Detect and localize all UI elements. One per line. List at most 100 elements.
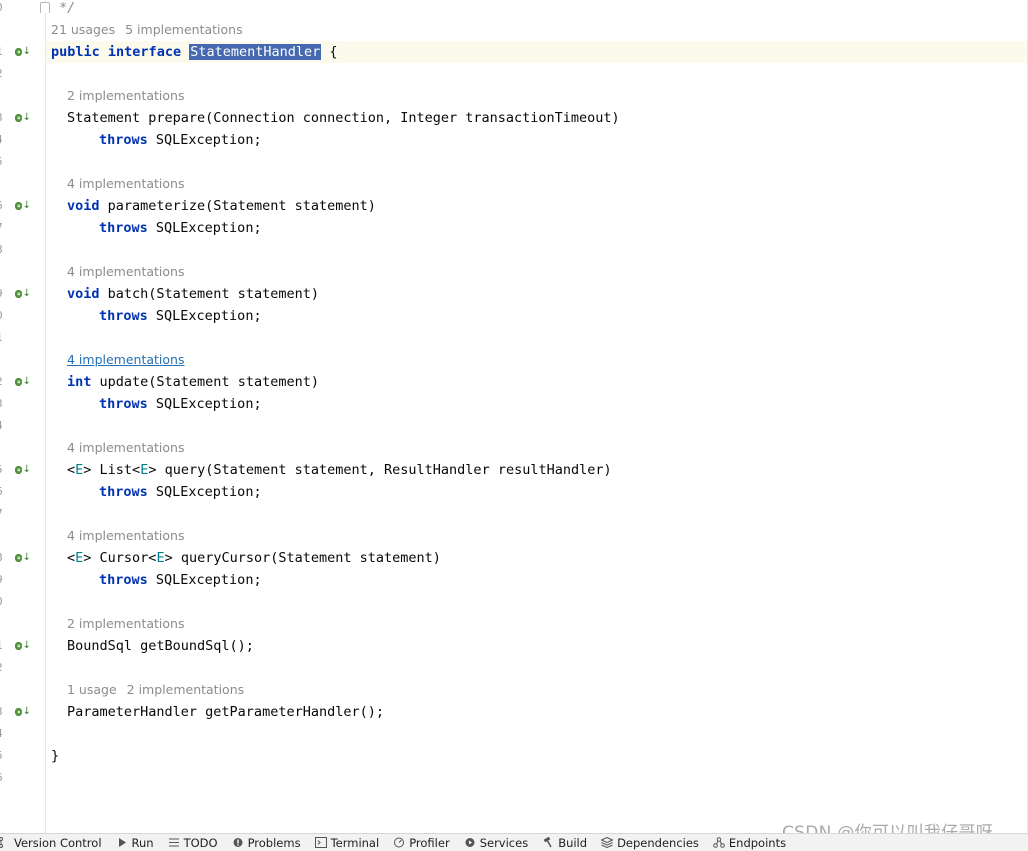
comment-end: */ <box>59 0 76 16</box>
implemented-method-icon[interactable]: ↓ <box>15 46 31 58</box>
exception-type: SQLException; <box>147 308 262 324</box>
tool-build[interactable]: Build <box>542 836 587 850</box>
line-number: 0 <box>0 305 16 327</box>
tool-window-bar: Version Control Run TODO Problems Termin… <box>0 833 1028 851</box>
interface-declaration: public interface StatementHandler { <box>51 41 338 63</box>
exception-type: SQLException; <box>147 220 262 236</box>
tool-label: Terminal <box>330 835 380 850</box>
implemented-method-icon[interactable]: ↓ <box>15 288 31 300</box>
tool-terminal[interactable]: Terminal <box>314 835 380 850</box>
tool-endpoints[interactable]: Endpoints <box>713 836 786 850</box>
code-editor[interactable]: */ 21 usages 5 implementations public int… <box>40 0 1028 833</box>
line-number: 1 <box>0 41 16 63</box>
tool-todo[interactable]: TODO <box>168 836 218 850</box>
tool-profiler[interactable]: Profiler <box>393 836 450 850</box>
method-rest: > queryCursor(Statement statement) <box>164 550 441 566</box>
run-icon <box>116 837 128 848</box>
line-number: 5 <box>0 459 16 481</box>
tool-dependencies[interactable]: Dependencies <box>600 835 699 850</box>
tool-services[interactable]: Services <box>464 836 528 850</box>
build-hammer-icon <box>542 836 554 848</box>
implemented-method-icon[interactable]: ↓ <box>15 640 31 652</box>
tool-label: Problems <box>247 835 301 850</box>
method-rest: > query(Statement statement, ResultHandl… <box>148 462 612 478</box>
keyword: int <box>67 374 92 390</box>
line-number: 4 <box>0 723 16 745</box>
implementations-count[interactable]: 2 implementations <box>127 682 244 697</box>
exception-type: SQLException; <box>147 572 262 588</box>
implemented-method-icon[interactable]: ↓ <box>15 706 31 718</box>
usages-count[interactable]: 21 usages <box>51 22 115 37</box>
keyword: void <box>67 198 100 214</box>
keyword: throws <box>99 308 148 324</box>
fold-icon[interactable] <box>40 2 50 13</box>
line-number: 0 <box>0 0 16 19</box>
usages-hint[interactable]: 1 usage 2 implementations <box>67 679 244 701</box>
throws-clause: throws SQLException; <box>99 129 262 151</box>
problems-icon <box>232 837 244 848</box>
implementations-hint[interactable]: 4 implementations <box>67 525 184 547</box>
generic-open: < <box>67 462 76 478</box>
method-signature: <E> List<E> query(Statement statement, R… <box>67 459 612 481</box>
editor-gutter: 0 1 2 3 4 5 6 7 8 9 0 1 2 3 4 5 6 7 8 9 … <box>0 0 46 833</box>
services-icon <box>464 837 476 848</box>
keyword: throws <box>99 220 148 236</box>
exception-type: SQLException; <box>147 396 262 412</box>
interface-name-selected[interactable]: StatementHandler <box>189 44 322 60</box>
line-number: 9 <box>0 283 16 305</box>
implemented-method-icon[interactable]: ↓ <box>15 376 31 388</box>
keyword: throws <box>99 572 148 588</box>
throws-clause: throws SQLException; <box>99 569 262 591</box>
line-number: 8 <box>0 547 16 569</box>
keyword: public <box>51 44 100 60</box>
method-signature: Statement prepare(Connection connection,… <box>67 110 620 126</box>
method-signature: <E> Cursor<E> queryCursor(Statement stat… <box>67 547 441 569</box>
type-parameter: E <box>156 550 165 566</box>
line-number: 3 <box>0 701 16 723</box>
line-number: 8 <box>0 239 16 261</box>
tool-run[interactable]: Run <box>116 836 154 850</box>
line-number: 5 <box>0 151 16 173</box>
implementations-hint[interactable]: 4 implementations <box>67 261 184 283</box>
implementations-count[interactable]: 5 implementations <box>125 22 242 37</box>
todo-icon <box>168 837 180 848</box>
usages-count[interactable]: 1 usage <box>67 682 117 697</box>
throws-clause: throws SQLException; <box>99 481 262 503</box>
line-number: 0 <box>0 591 16 613</box>
terminal-icon <box>314 837 327 848</box>
implementations-hint-link[interactable]: 4 implementations <box>67 349 184 371</box>
tool-label: Profiler <box>409 835 450 850</box>
line-number: 3 <box>0 107 16 129</box>
tool-label: TODO <box>183 835 218 850</box>
keyword: void <box>67 286 100 302</box>
implemented-method-icon[interactable]: ↓ <box>15 200 31 212</box>
profiler-icon <box>393 837 405 848</box>
implementations-hint[interactable]: 4 implementations <box>67 173 184 195</box>
tool-version-control[interactable]: Version Control <box>0 836 102 850</box>
keyword: throws <box>99 484 148 500</box>
method-rest: parameterize(Statement statement) <box>99 198 376 214</box>
implementations-hint[interactable]: 2 implementations <box>67 613 184 635</box>
implemented-method-icon[interactable]: ↓ <box>15 464 31 476</box>
line-number: 5 <box>0 745 16 767</box>
tool-problems[interactable]: Problems <box>232 836 301 850</box>
line-number: 4 <box>0 415 16 437</box>
line-number: 4 <box>0 129 16 151</box>
implemented-method-icon[interactable]: ↓ <box>15 552 31 564</box>
tool-label: Dependencies <box>617 835 699 850</box>
implemented-method-icon[interactable]: ↓ <box>15 112 31 124</box>
method-rest: batch(Statement statement) <box>99 286 319 302</box>
implementations-hint[interactable]: 2 implementations <box>67 85 184 107</box>
method-rest: update(Statement statement) <box>91 374 319 390</box>
line-number: 2 <box>0 371 16 393</box>
closing-brace: } <box>51 748 60 764</box>
generic-open: < <box>67 550 76 566</box>
tool-label: Endpoints <box>728 835 787 850</box>
throws-clause: throws SQLException; <box>99 305 262 327</box>
method-signature: void parameterize(Statement statement) <box>67 195 376 217</box>
implementations-hint[interactable]: 4 implementations <box>67 437 184 459</box>
usages-hint[interactable]: 21 usages 5 implementations <box>51 19 243 41</box>
exception-type: SQLException; <box>147 132 262 148</box>
line-number: 1 <box>0 635 16 657</box>
line-number: 1 <box>0 327 16 349</box>
